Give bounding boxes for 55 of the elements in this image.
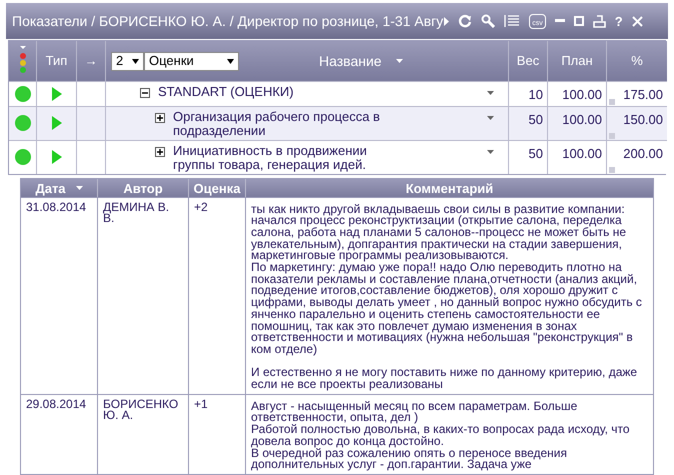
date-cell: 29.08.2014 [21,394,98,474]
date-cell: 31.08.2014 [21,196,98,394]
weight-cell: 50 [509,106,548,140]
author-cell: БОРИСЕНКО Ю. А. [98,394,189,474]
caret-icon [227,58,234,64]
column-header: Автор [98,178,189,198]
traffic-light-icon [18,46,26,76]
comment-text: Август - насыщенный месяц по всем параметрам. Больше ответственности, опыта, дел ) Работой полностью довольна, в каких-то вопросах рада исходу, что довела вопрос до конца достойно. В очередной раз сожалению опять о переносе введения дополнительных услуг - доп.гарантии. Задача уже [251,400,631,471]
refresh-icon[interactable] [458,14,472,28]
print-icon[interactable] [592,14,606,28]
close-icon[interactable] [632,16,643,26]
triangle-icon [444,16,450,26]
column-header: Вес [509,41,548,81]
maximize-icon[interactable] [574,16,584,26]
column-header: Дата [21,178,98,198]
column-header: Название [319,52,382,70]
weight-cell: 10 [509,81,548,106]
caret-icon [487,91,494,95]
play-icon[interactable] [52,116,62,130]
indicator-name: Организация рабочего процесса в подразделении [173,110,381,138]
play-icon[interactable] [52,86,62,101]
score-cell: +2 [189,196,246,394]
play-icon[interactable] [52,150,62,164]
level-select[interactable]: 2 [111,52,144,70]
column-header: Оценка [189,178,246,198]
list-icon[interactable] [504,14,520,28]
caret-icon [396,59,403,63]
expand-icon[interactable] [155,112,165,122]
plan-cell: 100.00 [548,140,607,174]
indicator-name: Инициативность в продвижении группы товара, генерация идей. [173,144,368,172]
column-header: % [607,41,667,81]
indicator-name: STANDART (ОЦЕНКИ) [158,85,295,99]
column-header: Комментарий [246,178,653,198]
column-header: План [548,41,607,81]
search-icon[interactable] [481,14,496,28]
score-cell: +1 [189,394,246,474]
column-header: Тип [37,41,77,81]
author-cell: ДЕМИНА В. В. [98,196,189,394]
caret-icon [487,150,494,154]
plan-cell: 100.00 [548,81,607,106]
comment-text: ты как никто другой вкладываешь свои силы в развитие компании: начался процесс реконструктизации (открытие салона, переделка салона, работа над планами 5 салонов--процесс не может быть не увлекательным), допгарантия практически на стадии завершения, маркетинговые программы реализовываются. По маркетингу: думаю уже пора!! надо Олю переводить плотно на показатели рекламы и составление плана,отчетности (анализ акций, подведение итогов,составление бюджетов), оля хорошо дружит с цифрами, выводы делать умеет , но данный вопрос нужно обсудить с янченко паралельно и оценить степень самостоятельности ее помошниц, так как это повлечет думаю изменения в зонах ответственности и мотивациях (нужна небольшая "реконструкция" в ком отделе) И естественно я не могу поставить ниже по данному критерию, даже если не все проекты реализованы [251,204,643,391]
caret-icon [487,116,494,120]
percent-cell-text: 150.00 [623,110,663,128]
weight-cell: 50 [509,140,548,174]
view-select[interactable]: Оценки [144,52,239,70]
minimize-icon[interactable] [554,19,565,23]
caret-icon [132,58,139,64]
collapse-icon[interactable] [140,88,150,98]
window-title: Показатели / БОРИСЕНКО Ю. А. / Директор по рознице, 1-31 Авгу [12,12,444,31]
column-header: → [77,41,106,81]
plan-cell: 100.00 [548,106,607,140]
expand-icon[interactable] [155,146,165,156]
percent-cell-text: 175.00 [623,86,663,104]
caret-icon [76,186,83,190]
percent-cell-text: 200.00 [623,144,663,162]
